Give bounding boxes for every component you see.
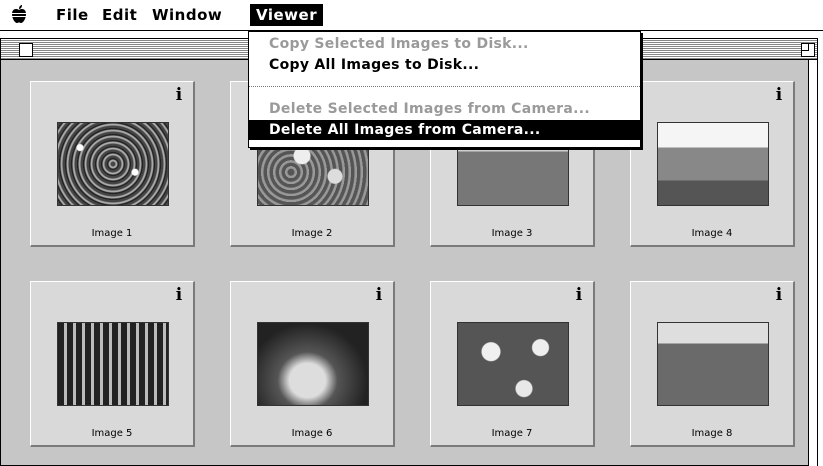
image-tile[interactable]: i Image 4 <box>630 81 795 247</box>
image-caption: Image 6 <box>291 428 333 439</box>
thumbnail-image[interactable] <box>657 122 769 206</box>
info-icon[interactable]: i <box>771 86 787 104</box>
image-tile[interactable]: i Image 5 <box>30 281 195 447</box>
menu-item-copy-selected[interactable]: Copy Selected Images to Disk... <box>249 34 640 54</box>
info-icon[interactable]: i <box>371 286 387 304</box>
thumbnail-image[interactable] <box>57 122 169 206</box>
menu-bar: File Edit Window Viewer <box>0 0 823 31</box>
apple-icon[interactable] <box>8 3 30 25</box>
image-tile[interactable]: i Image 1 <box>30 81 195 247</box>
info-icon[interactable]: i <box>571 286 587 304</box>
info-icon[interactable]: i <box>171 286 187 304</box>
thumbnail-image[interactable] <box>57 322 169 406</box>
menu-viewer[interactable]: Viewer <box>250 4 324 26</box>
menu-item-delete-all[interactable]: Delete All Images from Camera... <box>249 120 640 140</box>
image-caption: Image 7 <box>491 428 533 439</box>
image-caption: Image 8 <box>691 428 733 439</box>
menu-file[interactable]: File <box>50 4 95 26</box>
menu-item-delete-selected[interactable]: Delete Selected Images from Camera... <box>249 99 640 119</box>
menu-edit[interactable]: Edit <box>96 4 143 26</box>
image-caption: Image 4 <box>691 228 733 239</box>
close-box-icon[interactable] <box>19 43 33 57</box>
menu-item-copy-all[interactable]: Copy All Images to Disk... <box>249 55 640 75</box>
info-icon[interactable]: i <box>771 286 787 304</box>
image-caption: Image 1 <box>91 228 133 239</box>
image-caption: Image 5 <box>91 428 133 439</box>
thumbnail-image[interactable] <box>457 322 569 406</box>
image-tile[interactable]: i Image 8 <box>630 281 795 447</box>
menu-separator <box>249 86 640 87</box>
info-icon[interactable]: i <box>171 86 187 104</box>
thumbnail-image[interactable] <box>257 322 369 406</box>
zoom-box-icon[interactable] <box>801 43 815 57</box>
image-caption: Image 2 <box>291 228 333 239</box>
menu-window[interactable]: Window <box>146 4 228 26</box>
image-tile[interactable]: i Image 7 <box>430 281 595 447</box>
scrollbar[interactable] <box>808 60 817 466</box>
thumbnail-image[interactable] <box>657 322 769 406</box>
image-caption: Image 3 <box>491 228 533 239</box>
image-tile[interactable]: i Image 6 <box>230 281 395 447</box>
viewer-menu-dropdown: Copy Selected Images to Disk... Copy All… <box>248 31 641 148</box>
